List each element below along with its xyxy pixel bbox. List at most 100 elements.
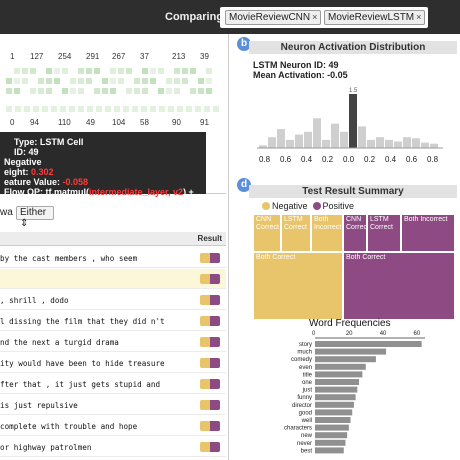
neuron-cell[interactable] — [123, 106, 129, 112]
neuron-cell[interactable] — [190, 88, 196, 94]
sentence-row[interactable]: or highway patrolmen — [0, 437, 226, 457]
neuron-cell[interactable] — [126, 88, 132, 94]
neuron-cell[interactable] — [166, 78, 172, 84]
neuron-cell[interactable] — [118, 78, 124, 84]
neuron-cell[interactable] — [46, 88, 52, 94]
neuron-cell[interactable] — [6, 78, 12, 84]
neuron-cell[interactable] — [177, 106, 183, 112]
neuron-cell[interactable] — [96, 106, 102, 112]
neuron-cell[interactable] — [30, 88, 36, 94]
neuron-cell[interactable] — [94, 88, 100, 94]
neuron-cell[interactable] — [6, 88, 12, 94]
sentence-row[interactable]: , shrill , dodo — [0, 290, 226, 310]
neuron-cell[interactable] — [206, 88, 212, 94]
neuron-cell[interactable] — [198, 88, 204, 94]
sentence-row[interactable] — [0, 269, 226, 289]
neuron-cell[interactable] — [126, 68, 132, 74]
treemap-cell-pos-lstm[interactable]: LSTM Correct — [367, 214, 401, 252]
neuron-cell[interactable] — [22, 68, 28, 74]
neuron-cell[interactable] — [142, 88, 148, 94]
neuron-cell[interactable] — [86, 78, 92, 84]
neuron-cell[interactable] — [195, 106, 201, 112]
neuron-cell[interactable] — [213, 106, 219, 112]
neuron-cell[interactable] — [24, 106, 30, 112]
neuron-cell[interactable] — [166, 88, 172, 94]
model-chip-cnn[interactable]: MovieReviewCNN × — [225, 10, 322, 25]
neuron-cell[interactable] — [70, 88, 76, 94]
word-frequency-chart[interactable]: 0 20 40 60 story muchcomedy eventitle one justfu… — [253, 330, 433, 458]
sentence-row[interactable]: fter that , it just gets stupid and — [0, 374, 226, 394]
neuron-cell[interactable] — [168, 106, 174, 112]
neuron-cell[interactable] — [54, 68, 60, 74]
neuron-cell[interactable] — [22, 78, 28, 84]
neuron-cell[interactable] — [110, 88, 116, 94]
neuron-cell[interactable] — [51, 106, 57, 112]
neuron-cell[interactable] — [46, 78, 52, 84]
neuron-cell[interactable] — [150, 78, 156, 84]
neuron-cell[interactable] — [30, 68, 36, 74]
neuron-cell[interactable] — [206, 68, 212, 74]
sentence-row[interactable]: is just repulsive — [0, 395, 226, 415]
neuron-cell[interactable] — [150, 68, 156, 74]
sentence-row[interactable]: ity would have been to hide treasure — [0, 353, 226, 373]
neuron-cell[interactable] — [105, 106, 111, 112]
close-icon[interactable]: × — [416, 12, 421, 22]
neuron-cell[interactable] — [94, 68, 100, 74]
neuron-cell[interactable] — [134, 78, 140, 84]
neuron-cell[interactable] — [14, 78, 20, 84]
result-treemap[interactable]: CNN Correct LSTM Correct Both Incorrect … — [253, 214, 455, 320]
neuron-cell[interactable] — [70, 78, 76, 84]
neuron-cell[interactable] — [78, 106, 84, 112]
neuron-cell[interactable] — [38, 78, 44, 84]
neuron-cell[interactable] — [158, 68, 164, 74]
neuron-cell[interactable] — [174, 68, 180, 74]
neuron-cell[interactable] — [14, 68, 20, 74]
neuron-cell[interactable] — [204, 106, 210, 112]
treemap-cell-neg-lstm[interactable]: LSTM Correct — [281, 214, 311, 252]
prediction-filter-select[interactable]: Either ⇕ — [16, 206, 54, 229]
close-icon[interactable]: × — [312, 12, 317, 22]
neuron-cell[interactable] — [132, 106, 138, 112]
sentence-row[interactable]: l dissing the film that they did n't — [0, 311, 226, 331]
neuron-cell[interactable] — [54, 78, 60, 84]
neuron-cell[interactable] — [142, 78, 148, 84]
neuron-cell[interactable] — [38, 88, 44, 94]
treemap-cell-pos-both-incorrect[interactable]: Both Incorrect — [401, 214, 455, 252]
neuron-cell[interactable] — [78, 78, 84, 84]
neuron-cell[interactable] — [142, 68, 148, 74]
neuron-cell[interactable] — [110, 68, 116, 74]
treemap-cell-neg-both-correct[interactable]: Both Correct — [253, 252, 343, 320]
neuron-cell[interactable] — [6, 106, 12, 112]
neuron-cell[interactable] — [158, 88, 164, 94]
neuron-cell[interactable] — [190, 68, 196, 74]
neuron-cell[interactable] — [14, 88, 20, 94]
neuron-cell[interactable] — [62, 68, 68, 74]
neuron-cell[interactable] — [174, 88, 180, 94]
neuron-cell[interactable] — [78, 68, 84, 74]
neuron-cell[interactable] — [69, 106, 75, 112]
sentence-row[interactable]: nd the next a turgid drama — [0, 332, 226, 352]
neuron-cell[interactable] — [102, 78, 108, 84]
neuron-cell[interactable] — [87, 106, 93, 112]
neuron-cell[interactable] — [78, 88, 84, 94]
activation-histogram[interactable]: 1.5 0.8 0.6 0.4 0.2 0.0 0.2 0.4 0.6 0.8 — [253, 86, 457, 166]
treemap-cell-neg-cnn[interactable]: CNN Correct — [253, 214, 281, 252]
neuron-cell[interactable] — [159, 106, 165, 112]
neuron-cell[interactable] — [182, 78, 188, 84]
treemap-cell-pos-both-correct[interactable]: Both Correct — [343, 252, 455, 320]
neuron-cell[interactable] — [198, 78, 204, 84]
neuron-cell[interactable] — [118, 68, 124, 74]
neuron-cell[interactable] — [110, 78, 116, 84]
neuron-cell[interactable] — [206, 78, 212, 84]
neuron-cell[interactable] — [174, 78, 180, 84]
neuron-cell[interactable] — [33, 106, 39, 112]
treemap-cell-neg-both-incorrect[interactable]: Both Incorrect — [311, 214, 343, 252]
neuron-cell[interactable] — [141, 106, 147, 112]
sentence-row[interactable]: complete with trouble and hope — [0, 416, 226, 436]
neuron-cell[interactable] — [150, 106, 156, 112]
model-compare-box[interactable]: MovieReviewCNN × MovieReviewLSTM × — [220, 7, 428, 28]
neuron-cell[interactable] — [86, 68, 92, 74]
neuron-cell[interactable] — [114, 106, 120, 112]
neuron-cell[interactable] — [46, 68, 52, 74]
treemap-cell-pos-cnn[interactable]: CNN Correct — [343, 214, 367, 252]
